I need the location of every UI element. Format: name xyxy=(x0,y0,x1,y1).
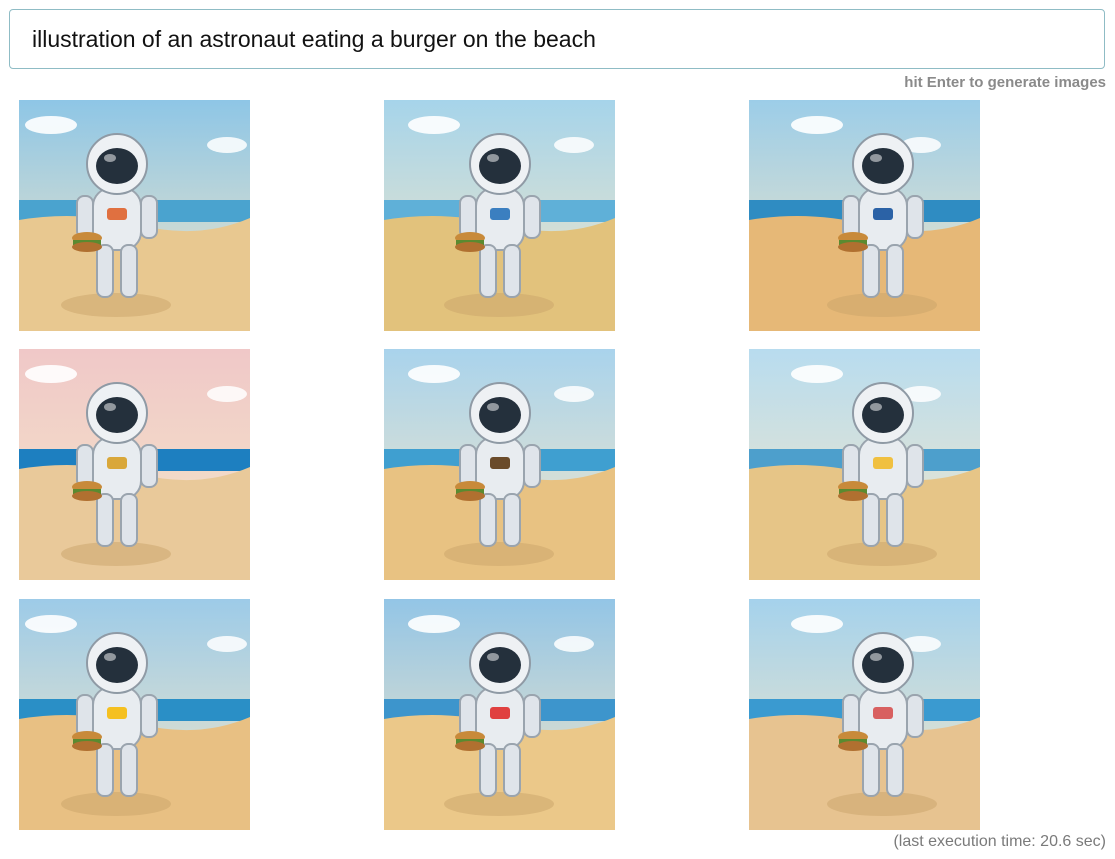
prompt-input[interactable] xyxy=(9,9,1105,69)
astronaut-beach-illustration xyxy=(384,100,615,331)
image-grid xyxy=(19,100,980,830)
generated-image[interactable] xyxy=(19,100,250,331)
astronaut-beach-illustration xyxy=(384,349,615,580)
astronaut-beach-illustration xyxy=(19,100,250,331)
execution-time: (last execution time: 20.6 sec) xyxy=(893,833,1106,850)
astronaut-beach-illustration xyxy=(384,599,615,830)
astronaut-beach-illustration xyxy=(19,599,250,830)
generated-image[interactable] xyxy=(749,349,980,580)
generated-image[interactable] xyxy=(384,349,615,580)
generated-image[interactable] xyxy=(19,599,250,830)
generated-image[interactable] xyxy=(749,100,980,331)
generated-image[interactable] xyxy=(19,349,250,580)
generated-image[interactable] xyxy=(749,599,980,830)
astronaut-beach-illustration xyxy=(749,349,980,580)
astronaut-beach-illustration xyxy=(749,599,980,830)
astronaut-beach-illustration xyxy=(749,100,980,331)
generated-image[interactable] xyxy=(384,599,615,830)
astronaut-beach-illustration xyxy=(19,349,250,580)
generated-image[interactable] xyxy=(384,100,615,331)
page: hit Enter to generate images (last execu… xyxy=(0,0,1115,859)
enter-hint: hit Enter to generate images xyxy=(904,74,1106,91)
